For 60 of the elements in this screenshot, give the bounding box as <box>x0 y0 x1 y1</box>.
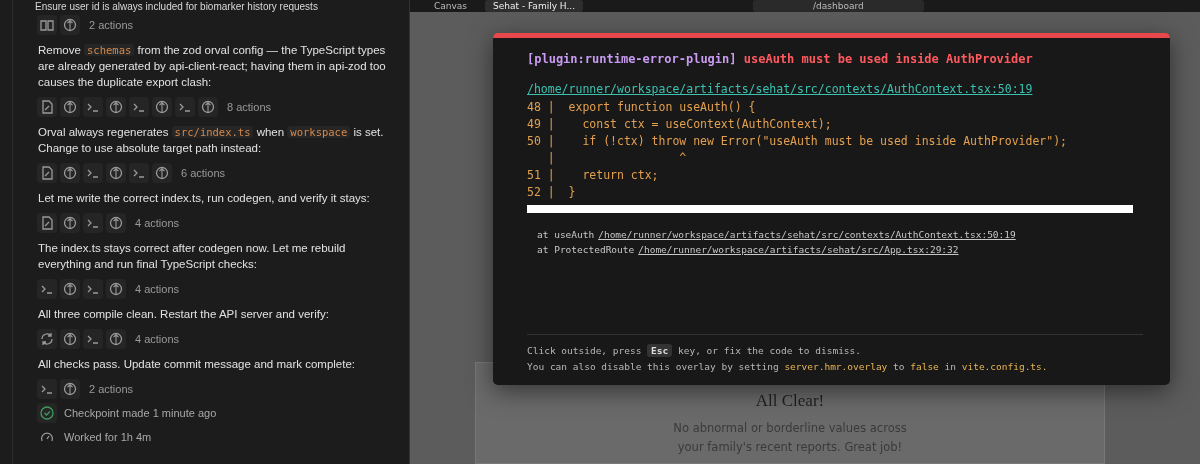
terminal-icon[interactable] <box>83 163 103 183</box>
terminal-icon[interactable] <box>129 163 149 183</box>
chat-message: Remove schemas from the zod orval config — the TypeScript types are already generated by api-client-react; having them in api-zod too causes the duplicate export clash: <box>38 43 387 90</box>
terminal-icon[interactable] <box>37 379 57 399</box>
terminal-icon[interactable] <box>83 97 103 117</box>
browser-tab[interactable]: Sehat - Family H... <box>485 0 584 12</box>
stack-link[interactable]: /home/runner/workspace/artifacts/sehat/src/App.tsx:29:32 <box>638 244 959 255</box>
circle-icon[interactable] <box>60 15 80 35</box>
terminal-icon[interactable] <box>83 329 103 349</box>
terminal-icon[interactable] <box>129 97 149 117</box>
task-title: Ensure user id is always included for biomarker history requests <box>34 0 319 13</box>
circle-icon[interactable] <box>198 97 218 117</box>
terminal-icon[interactable] <box>37 279 57 299</box>
chat-message: Let me write the correct index.ts, run codegen, and verify it stays: <box>38 191 371 206</box>
action-count[interactable]: 4 actions <box>135 217 180 229</box>
checkpoint-text: Checkpoint made 1 minute ago <box>64 407 217 419</box>
file-link[interactable]: /home/runner/workspace/artifacts/sehat/src/contexts/AuthContext.tsx:50:19 <box>527 82 1033 96</box>
circle-icon[interactable] <box>106 279 126 299</box>
chat-message: All three compile clean. Restart the API server and verify: <box>38 307 330 322</box>
stack-frame: at useAuth <box>537 229 595 240</box>
circle-icon[interactable] <box>60 97 80 117</box>
file-icon[interactable] <box>37 163 57 183</box>
book-icon[interactable] <box>37 15 57 35</box>
action-count[interactable]: 6 actions <box>181 167 226 179</box>
file-icon[interactable] <box>37 97 57 117</box>
stack-link[interactable]: /home/runner/workspace/artifacts/sehat/src/contexts/AuthContext.tsx:50:19 <box>598 229 1016 240</box>
action-count[interactable]: 8 actions <box>227 101 272 113</box>
circle-icon[interactable] <box>60 279 80 299</box>
chat-message: The index.ts stays correct after codegen now. Let me rebuild everything and run final TypeScript checks: <box>38 241 347 272</box>
action-count[interactable]: 4 actions <box>135 283 180 295</box>
code-frame: 48 | export function useAuth() { 49 | const ctx = useContext(AuthContext); 50 | if (!ctx) throw new Error("useAuth must be used inside AuthProvider"); | ^ 51 | return ctx; 52 | } <box>527 99 1142 201</box>
terminal-icon[interactable] <box>83 213 103 233</box>
refresh-icon[interactable] <box>37 329 57 349</box>
circle-icon[interactable] <box>60 379 80 399</box>
circle-icon[interactable] <box>106 213 126 233</box>
terminal-icon[interactable] <box>83 279 103 299</box>
circle-icon[interactable] <box>152 163 172 183</box>
circle-icon[interactable] <box>106 97 126 117</box>
circle-icon[interactable] <box>60 329 80 349</box>
overlay-tip: Click outside, press Esc key, or fix the code to dismiss. <box>527 343 863 359</box>
circle-icon[interactable] <box>106 329 126 349</box>
chat-message: All checks pass. Update commit message and mark complete: <box>38 357 357 372</box>
circle-icon[interactable] <box>60 163 80 183</box>
stack-frame: at ProtectedRoute <box>537 244 635 255</box>
file-icon[interactable] <box>37 213 57 233</box>
action-count[interactable]: 2 actions <box>89 383 134 395</box>
circle-icon[interactable] <box>60 213 80 233</box>
chat-message: Orval always regenerates src/index.ts when workspace is set. Change to use absolute target path instead: <box>38 125 385 156</box>
browser-tab[interactable]: Canvas <box>426 0 476 12</box>
card-title: All Clear! <box>754 391 826 411</box>
error-heading: [plugin:runtime-error-plugin] useAuth must be used inside AuthProvider <box>527 52 1034 66</box>
action-count[interactable]: 2 actions <box>89 19 134 31</box>
overlay-tip: You can also disable this overlay by setting server.hmr.overlay to false in vite.config.ts. <box>527 360 1049 374</box>
worked-time: Worked for 1h 4m <box>64 431 152 443</box>
circle-icon[interactable] <box>152 97 172 117</box>
check-circle-icon <box>37 403 57 423</box>
url-field[interactable]: /dashboard <box>753 0 924 12</box>
action-count[interactable]: 4 actions <box>135 333 180 345</box>
circle-icon[interactable] <box>106 163 126 183</box>
terminal-icon[interactable] <box>175 97 195 117</box>
